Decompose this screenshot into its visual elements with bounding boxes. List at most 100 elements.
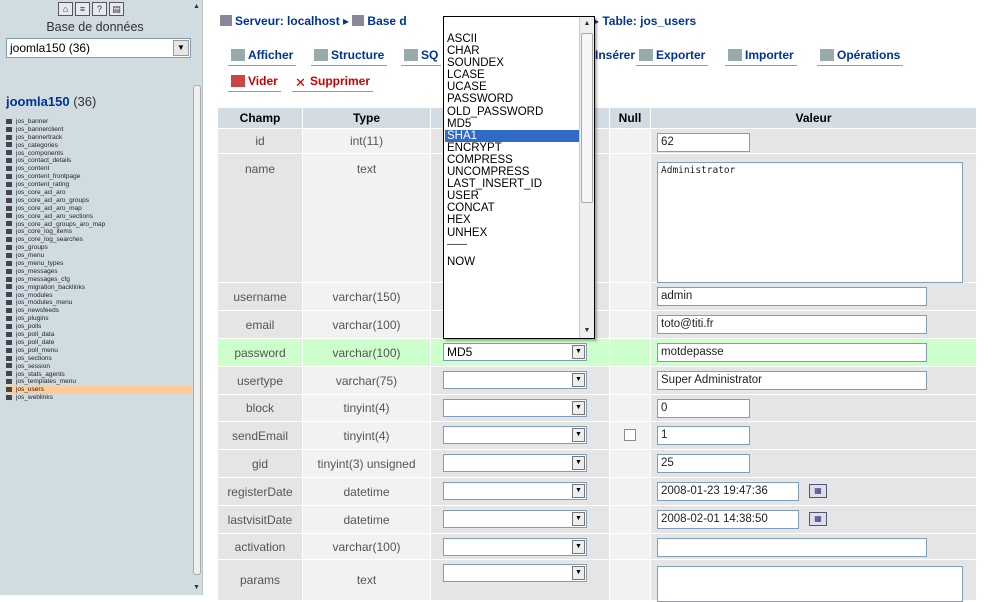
sidebar-table-item[interactable]: jos_core_acl_groups_aro_map — [6, 221, 192, 229]
sidebar-table-item[interactable]: jos_core_log_searches — [6, 236, 192, 244]
function-option[interactable]: —— — [445, 239, 580, 251]
breadcrumb-table[interactable]: Table: jos_users — [602, 14, 696, 28]
function-option[interactable]: COMPRESS — [445, 154, 580, 166]
dropdown-scroll-thumb[interactable] — [581, 33, 593, 203]
function-option[interactable]: LCASE — [445, 69, 580, 81]
value-input[interactable]: admin — [657, 287, 927, 306]
sidebar-table-item[interactable]: jos_bannertrack — [6, 134, 192, 142]
table-icon[interactable] — [6, 158, 12, 164]
table-icon[interactable] — [6, 387, 12, 393]
sidebar-table-label[interactable]: jos_components — [16, 150, 63, 157]
table-icon[interactable] — [6, 371, 12, 377]
database-name[interactable]: joomla150 — [6, 94, 70, 109]
table-icon[interactable] — [6, 331, 12, 337]
function-select[interactable]: ▼ — [443, 510, 587, 528]
sidebar-table-item[interactable]: jos_messages_cfg — [6, 276, 192, 284]
function-select[interactable]: ▼ — [443, 564, 587, 582]
table-icon[interactable] — [6, 205, 12, 211]
table-icon[interactable] — [6, 260, 12, 266]
calendar-icon[interactable]: ▦ — [809, 484, 827, 498]
sidebar-table-label[interactable]: jos_core_acl_aro — [16, 189, 66, 196]
function-dropdown-list[interactable]: ASCII CHAR SOUNDEX LCASE UCASE PASSWORD OLD_PA… — [443, 16, 595, 339]
sidebar-table-item[interactable]: jos_newsfeeds — [6, 307, 192, 315]
page-scrollbar[interactable] — [990, 0, 996, 595]
value-input[interactable]: Super Administrator — [657, 371, 927, 390]
sidebar-table-item[interactable]: jos_content_rating — [6, 181, 192, 189]
table-icon[interactable] — [6, 229, 12, 235]
sidebar-table-item[interactable]: jos_weblinks — [6, 394, 192, 402]
value-input[interactable]: 1 — [657, 426, 750, 445]
sidebar-table-label[interactable]: jos_plugins — [16, 315, 49, 322]
sidebar-table-label[interactable]: jos_groups — [16, 244, 48, 251]
table-icon[interactable] — [6, 284, 12, 290]
dropdown-scrollbar[interactable]: ▲ ▼ — [579, 17, 594, 338]
table-icon[interactable] — [6, 181, 12, 187]
sidebar-table-item[interactable]: jos_poll_data — [6, 331, 192, 339]
table-icon[interactable] — [6, 394, 12, 400]
value-input[interactable]: 25 — [657, 454, 750, 473]
database-title[interactable]: joomla150 (36) — [6, 94, 96, 109]
function-select[interactable]: ▼ — [443, 399, 587, 417]
tab-operations[interactable]: Opérations — [817, 46, 904, 66]
function-select[interactable]: ▼ — [443, 371, 587, 389]
sidebar-table-label[interactable]: jos_content — [16, 165, 49, 172]
sidebar-table-item[interactable]: jos_core_log_items — [6, 228, 192, 236]
sidebar-table-label[interactable]: jos_core_acl_aro_groups — [16, 197, 89, 204]
table-icon[interactable] — [6, 197, 12, 203]
value-input[interactable]: Administrator — [657, 162, 963, 283]
sidebar-table-label[interactable]: jos_modules — [16, 292, 53, 299]
table-icon[interactable] — [6, 189, 12, 195]
function-option[interactable]: PASSWORD — [445, 93, 580, 105]
sidebar-table-label[interactable]: jos_core_log_searches — [16, 236, 83, 243]
function-select[interactable]: MD5 ▼ — [443, 343, 587, 361]
sidebar-table-label[interactable]: jos_newsfeeds — [16, 307, 59, 314]
function-option[interactable]: OLD_PASSWORD — [445, 106, 580, 118]
database-select[interactable]: joomla150 (36) ▼ — [6, 38, 191, 58]
function-select[interactable]: ▼ — [443, 482, 587, 500]
function-option[interactable]: SHA1 — [445, 129, 580, 142]
sidebar-table-item[interactable]: jos_modules_menu — [6, 299, 192, 307]
chevron-down-icon[interactable]: ▼ — [572, 512, 585, 526]
sidebar-table-item[interactable]: jos_categories — [6, 142, 192, 150]
sidebar-table-item[interactable]: jos_stats_agents — [6, 371, 192, 379]
sidebar-scroll-thumb[interactable] — [193, 85, 201, 575]
sidebar-table-item[interactable]: jos_templates_menu — [6, 378, 192, 386]
tab-vider[interactable]: Vider — [228, 72, 281, 92]
chevron-down-icon[interactable]: ▼ — [572, 345, 585, 359]
value-input[interactable]: 2008-02-01 14:38:50 — [657, 510, 799, 529]
function-option[interactable]: ASCII — [445, 33, 580, 45]
sidebar-table-item[interactable]: jos_groups — [6, 244, 192, 252]
sidebar-table-item[interactable]: jos_poll_date — [6, 339, 192, 347]
sidebar-table-item[interactable]: jos_menu_types — [6, 260, 192, 268]
sidebar-table-label[interactable]: jos_modules_menu — [16, 299, 72, 306]
function-option[interactable]: ENCRYPT — [445, 142, 580, 154]
value-input[interactable]: 0 — [657, 399, 750, 418]
scroll-up-icon[interactable]: ▲ — [193, 3, 200, 10]
table-icon[interactable] — [6, 339, 12, 345]
chevron-down-icon[interactable]: ▼ — [572, 428, 585, 442]
table-icon[interactable] — [6, 268, 12, 274]
sidebar-table-item[interactable]: jos_migration_backlinks — [6, 284, 192, 292]
sidebar-table-item[interactable]: jos_core_acl_aro_sections — [6, 213, 192, 221]
sidebar-table-label[interactable]: jos_users — [16, 386, 44, 393]
sidebar-table-item[interactable]: jos_content — [6, 165, 192, 173]
table-icon[interactable] — [6, 221, 12, 227]
table-icon[interactable] — [6, 252, 12, 258]
table-icon[interactable] — [6, 213, 12, 219]
function-select[interactable]: ▼ — [443, 426, 587, 444]
sidebar-table-label[interactable]: jos_categories — [16, 142, 58, 149]
sidebar-table-label[interactable]: jos_content_frontpage — [16, 173, 80, 180]
function-option[interactable]: LAST_INSERT_ID — [445, 178, 580, 190]
null-checkbox[interactable] — [624, 429, 636, 441]
table-icon[interactable] — [6, 245, 12, 251]
breadcrumb-server[interactable]: Serveur: localhost — [235, 14, 340, 28]
sidebar-table-item[interactable]: jos_plugins — [6, 315, 192, 323]
sidebar-table-item[interactable]: jos_bannerclient — [6, 126, 192, 134]
chevron-down-icon[interactable]: ▼ — [572, 566, 585, 580]
table-icon[interactable] — [6, 316, 12, 322]
tab-inserer[interactable]: Insérer — [592, 46, 638, 66]
sidebar-table-label[interactable]: jos_poll_menu — [16, 347, 58, 354]
scroll-up-icon[interactable]: ▲ — [580, 17, 594, 31]
table-icon[interactable] — [6, 379, 12, 385]
value-input[interactable]: toto@titi.fr — [657, 315, 927, 334]
